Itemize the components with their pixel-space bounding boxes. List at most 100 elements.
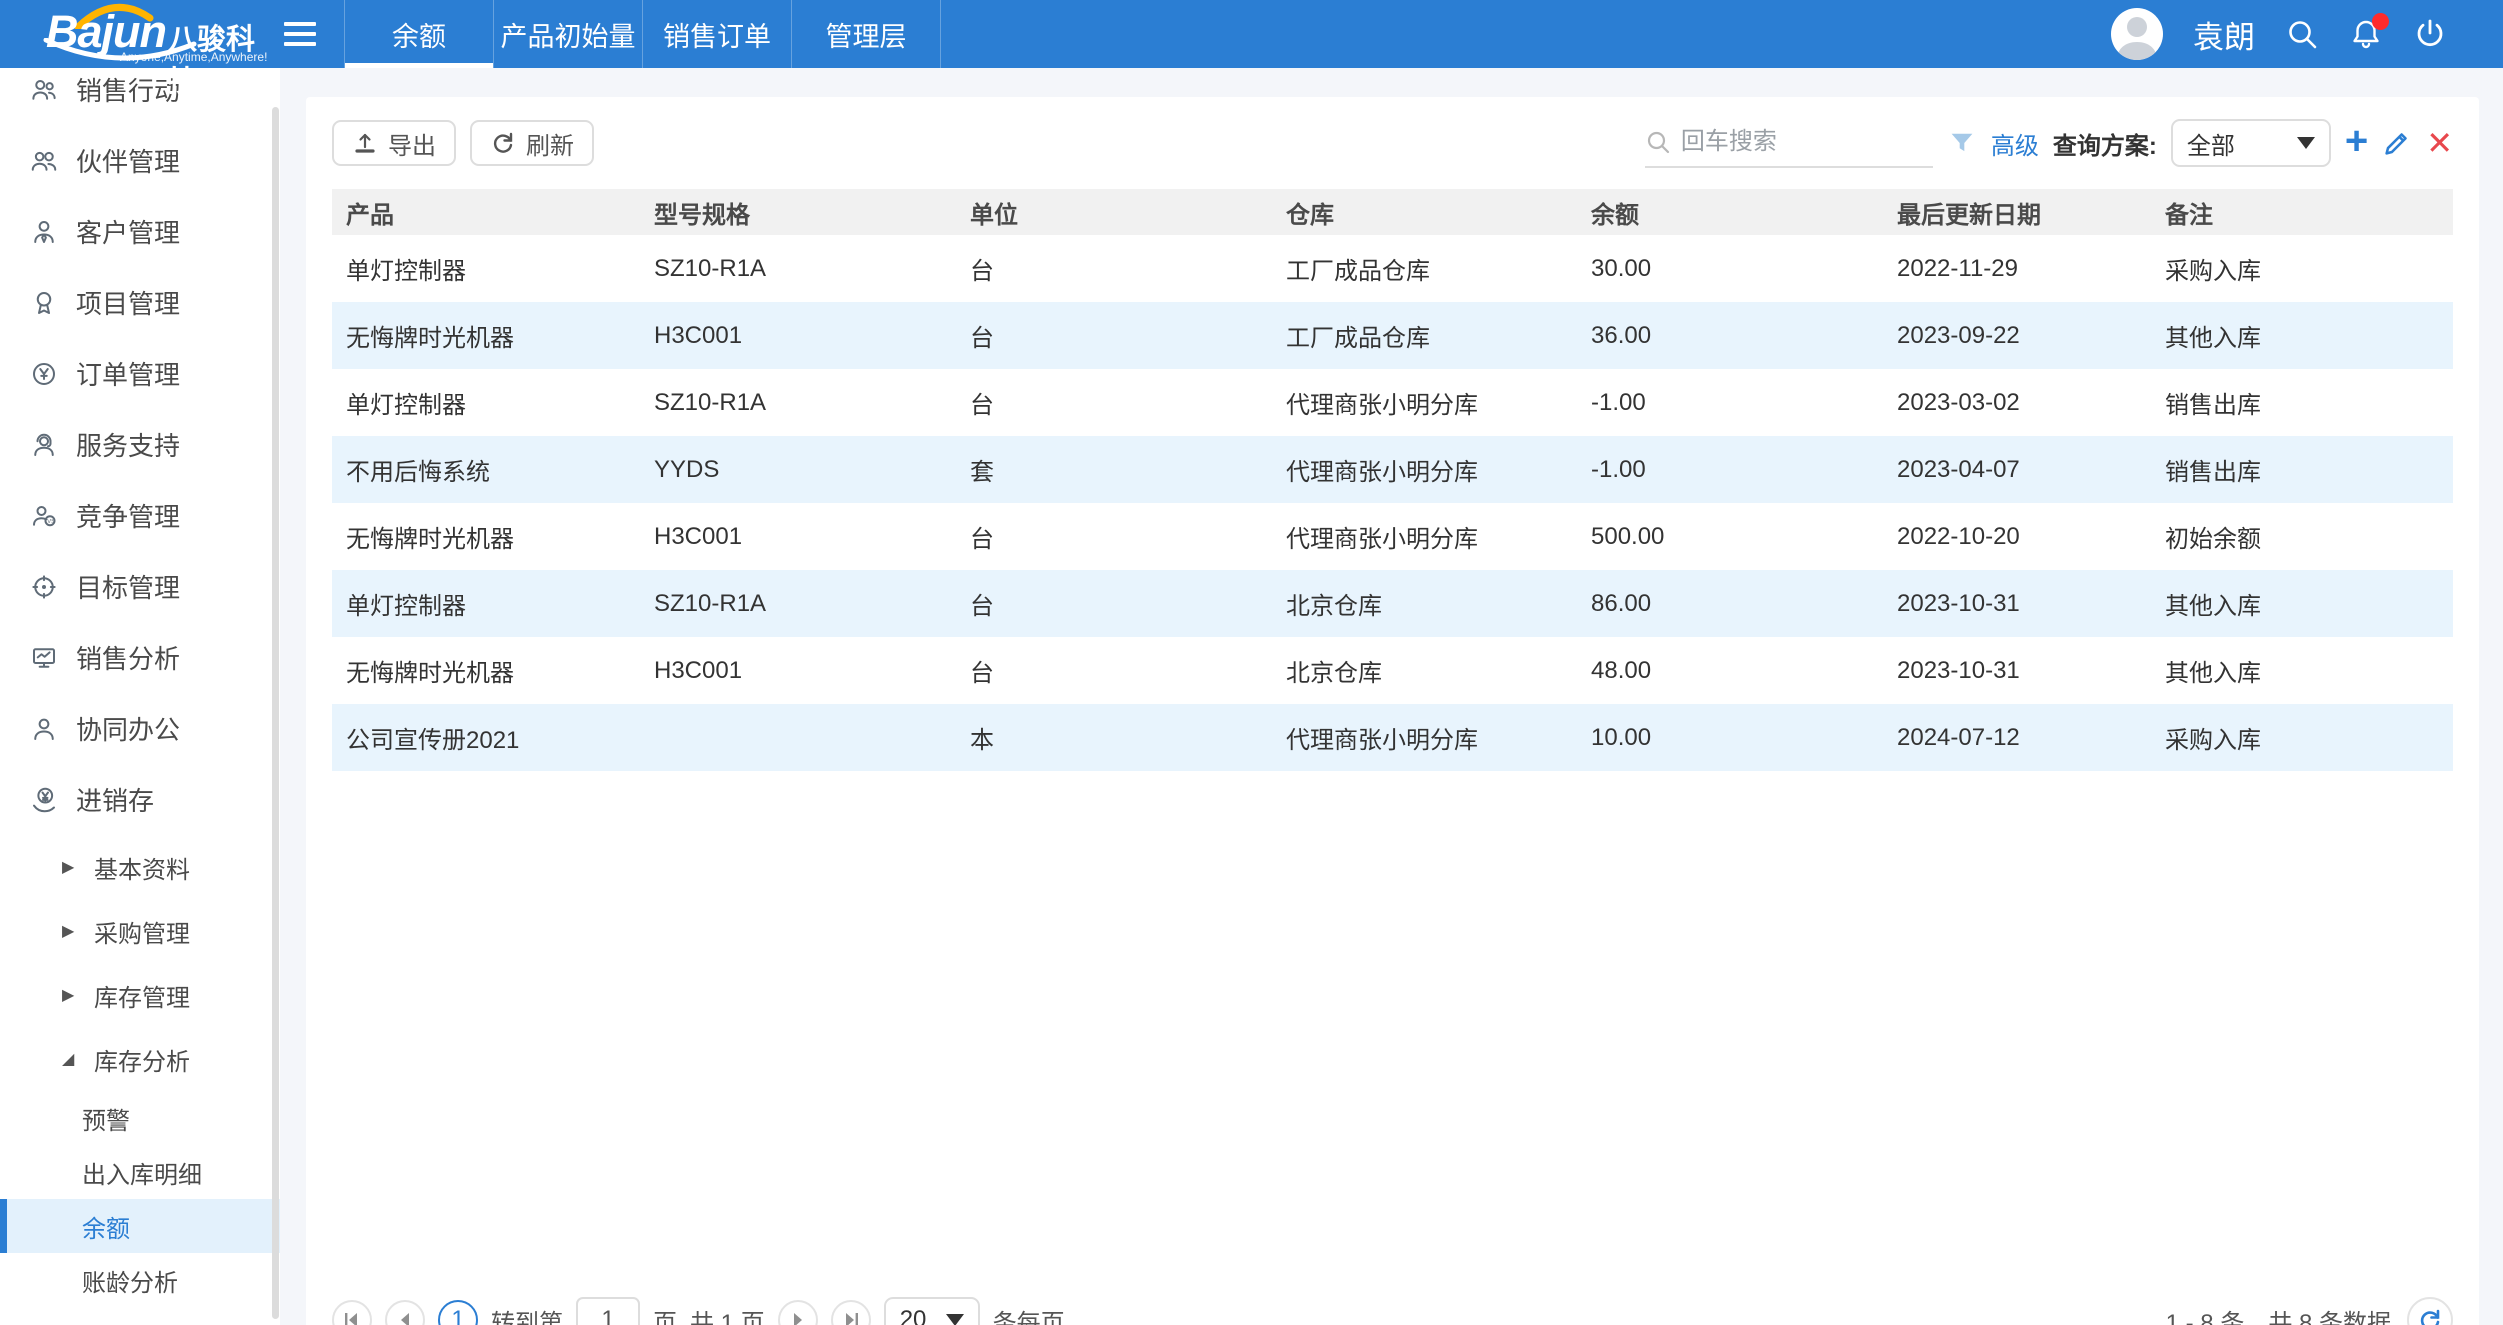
search-input[interactable]	[1679, 127, 1933, 157]
table-cell: 代理商张小明分库	[1272, 503, 1577, 570]
sidebar-leaf-item[interactable]: 账龄分析	[0, 1253, 280, 1307]
table-row[interactable]: 不用后悔系统YYDS套代理商张小明分库-1.002023-04-07销售出库	[332, 436, 2453, 503]
sidebar: 销售行动伙伴管理客户管理项目管理订单管理服务支持VS竞争管理目标管理销售分析协同…	[0, 68, 280, 1325]
brand-logo[interactable]: Bajun 八骏科技 Anyone,Anytime,Anywhere!	[0, 0, 268, 68]
sidebar-subitem[interactable]: ◢库存分析	[0, 1027, 280, 1091]
table-cell: 2024-07-12	[1883, 704, 2151, 771]
pagination-bar: 1 转到第 页 共 1 页 20 条每页 1 - 8 条，共 8 条数据	[332, 1289, 2453, 1325]
search-icon[interactable]	[2285, 17, 2319, 51]
table-cell	[640, 704, 956, 771]
nav-tab[interactable]: 销售订单	[642, 0, 791, 68]
hamburger-menu-icon[interactable]	[268, 0, 332, 68]
first-page-button[interactable]	[332, 1300, 372, 1325]
table-cell: 代理商张小明分库	[1272, 436, 1577, 503]
nav-tab[interactable]: 余额	[344, 0, 493, 68]
per-page-label: 条每页	[993, 1303, 1065, 1325]
column-header[interactable]: 产品	[332, 189, 640, 235]
avatar[interactable]	[2111, 8, 2163, 60]
sidebar-item[interactable]: 客户管理	[0, 196, 280, 267]
table-row[interactable]: 单灯控制器SZ10-R1A台北京仓库86.002023-10-31其他入库	[332, 570, 2453, 637]
column-header[interactable]: 仓库	[1272, 189, 1577, 235]
service-headset-icon	[28, 429, 60, 461]
next-page-button[interactable]	[778, 1300, 818, 1325]
sidebar-subitem[interactable]: ▶库存管理	[0, 963, 280, 1027]
inventory-icon	[28, 784, 60, 816]
table-row[interactable]: 无悔牌时光机器H3C001台北京仓库48.002023-10-31其他入库	[332, 637, 2453, 704]
sidebar-item-label: 协同办公	[76, 710, 180, 747]
sidebar-leaf-item[interactable]: 出入库明细	[0, 1145, 280, 1199]
table-row[interactable]: 无悔牌时光机器H3C001台代理商张小明分库500.002022-10-20初始…	[332, 503, 2453, 570]
table-row[interactable]: 公司宣传册2021本代理商张小明分库10.002024-07-12采购入库	[332, 704, 2453, 771]
table-cell: 本	[956, 704, 1272, 771]
brand-tagline: Anyone,Anytime,Anywhere!	[120, 50, 267, 64]
table-cell: 采购入库	[2151, 704, 2453, 771]
sidebar-item[interactable]: 进销存	[0, 764, 280, 835]
table-cell: 工厂成品仓库	[1272, 235, 1577, 302]
sidebar-item[interactable]: 目标管理	[0, 551, 280, 622]
table-row[interactable]: 单灯控制器SZ10-R1A台工厂成品仓库30.002022-11-29采购入库	[332, 235, 2453, 302]
user-name[interactable]: 袁朗	[2193, 12, 2255, 57]
query-scheme-select[interactable]: 全部	[2171, 119, 2331, 167]
table-cell: 北京仓库	[1272, 637, 1577, 704]
sidebar-item[interactable]: 协同办公	[0, 693, 280, 764]
table-cell: 单灯控制器	[332, 570, 640, 637]
table-row[interactable]: 无悔牌时光机器H3C001台工厂成品仓库36.002023-09-22其他入库	[332, 302, 2453, 369]
sidebar-item[interactable]: 项目管理	[0, 267, 280, 338]
table-cell: 台	[956, 570, 1272, 637]
bell-icon[interactable]	[2349, 17, 2383, 51]
goto-prefix-label: 转到第	[491, 1303, 563, 1325]
table-cell: 套	[956, 436, 1272, 503]
add-scheme-icon[interactable]: +	[2345, 121, 2368, 161]
nav-tab[interactable]: 管理层	[791, 0, 941, 68]
sidebar-item-label: 项目管理	[76, 284, 180, 321]
power-icon[interactable]	[2413, 17, 2447, 51]
table-cell: 公司宣传册2021	[332, 704, 640, 771]
sidebar-item[interactable]: 订单管理	[0, 338, 280, 409]
page-size-select[interactable]: 20	[884, 1297, 980, 1325]
export-icon	[352, 130, 378, 156]
sidebar-item-label: 伙伴管理	[76, 142, 180, 179]
column-header[interactable]: 最后更新日期	[1883, 189, 2151, 235]
sidebar-item[interactable]: 伙伴管理	[0, 125, 280, 196]
table-cell: SZ10-R1A	[640, 369, 956, 436]
sidebar-leaf-label: 余额	[82, 1209, 130, 1244]
search-box	[1645, 118, 1933, 168]
table-row[interactable]: 单灯控制器SZ10-R1A台代理商张小明分库-1.002023-03-02销售出…	[332, 369, 2453, 436]
nav-tab[interactable]: 产品初始量	[493, 0, 642, 68]
table-cell: 销售出库	[2151, 436, 2453, 503]
table-cell: 无悔牌时光机器	[332, 637, 640, 704]
last-page-button[interactable]	[831, 1300, 871, 1325]
refresh-icon	[490, 130, 516, 156]
delete-scheme-icon[interactable]: ✕	[2426, 127, 2453, 159]
sidebar-subitem[interactable]: ▶采购管理	[0, 899, 280, 963]
column-header[interactable]: 余额	[1577, 189, 1883, 235]
table-cell: 48.00	[1577, 637, 1883, 704]
reload-data-icon[interactable]	[2407, 1297, 2453, 1325]
filter-funnel-icon[interactable]	[1947, 128, 1977, 158]
current-page-button[interactable]: 1	[438, 1300, 478, 1325]
table-cell: 代理商张小明分库	[1272, 369, 1577, 436]
table-cell: -1.00	[1577, 436, 1883, 503]
sales-action-icon	[28, 74, 60, 106]
sidebar-item[interactable]: 销售分析	[0, 622, 280, 693]
table-cell: 台	[956, 302, 1272, 369]
prev-page-button[interactable]	[385, 1300, 425, 1325]
refresh-button[interactable]: 刷新	[470, 120, 594, 166]
chevron-down-icon	[2297, 137, 2315, 149]
sidebar-item[interactable]: VS竞争管理	[0, 480, 280, 551]
sidebar-leaf-item[interactable]: 余额	[0, 1199, 280, 1253]
goto-page-input[interactable]	[576, 1297, 640, 1325]
column-header[interactable]: 备注	[2151, 189, 2453, 235]
pagination-right: 1 - 8 条，共 8 条数据	[2166, 1297, 2453, 1325]
sidebar-subitem[interactable]: ▶基本资料	[0, 835, 280, 899]
table-cell: 2023-10-31	[1883, 570, 2151, 637]
edit-scheme-icon[interactable]	[2382, 128, 2412, 158]
top-navbar: Bajun 八骏科技 Anyone,Anytime,Anywhere! 余额产品…	[0, 0, 2503, 68]
sidebar-leaf-item[interactable]: 预警	[0, 1091, 280, 1145]
sidebar-scrollbar[interactable]	[272, 107, 279, 1319]
sidebar-item[interactable]: 服务支持	[0, 409, 280, 480]
export-button[interactable]: 导出	[332, 120, 456, 166]
column-header[interactable]: 型号规格	[640, 189, 956, 235]
column-header[interactable]: 单位	[956, 189, 1272, 235]
advanced-search-link[interactable]: 高级	[1991, 126, 2039, 161]
